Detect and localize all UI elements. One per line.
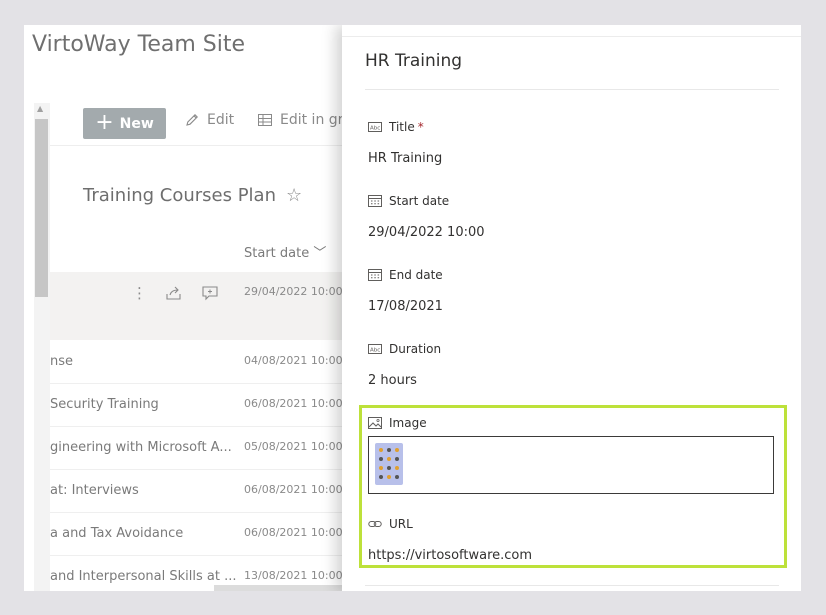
- start-date-field[interactable]: Start date 29/04/2022 10:00: [368, 193, 778, 240]
- field-label: Abc Title *: [368, 119, 778, 135]
- image-field: Image: [368, 415, 778, 431]
- url-value[interactable]: https://virtosoftware.com: [368, 548, 778, 563]
- image-icon: [368, 417, 382, 429]
- image-label: Image: [389, 416, 427, 430]
- new-button[interactable]: + New: [83, 108, 166, 139]
- calendar-icon: [368, 195, 382, 207]
- field-label: Abc Duration: [368, 341, 778, 357]
- text-field-icon: Abc: [368, 344, 382, 354]
- more-options-icon[interactable]: ⋮: [132, 284, 147, 302]
- list-item-date: 06/08/2021 10:00: [244, 526, 343, 539]
- image-field-box[interactable]: [368, 436, 774, 494]
- duration-field[interactable]: Abc Duration 2 hours: [368, 341, 778, 388]
- list-item-date: 06/08/2021 10:00: [244, 483, 343, 496]
- end-date-label: End date: [389, 268, 443, 282]
- duration-value[interactable]: 2 hours: [368, 373, 778, 388]
- image-thumbnail[interactable]: [375, 443, 403, 485]
- list-title-text: Training Courses Plan: [83, 185, 276, 206]
- list-item[interactable]: Security Training 06/08/2021 10:00: [50, 383, 370, 427]
- list-item-title: gineering with Microsoft A...: [50, 440, 232, 455]
- edit-in-grid-label: Edit in gri: [280, 112, 348, 128]
- list-item-title: a and Tax Avoidance: [50, 526, 184, 541]
- vertical-scrollbar[interactable]: ▲: [34, 103, 50, 591]
- grid-icon: [258, 114, 272, 126]
- scroll-up-icon[interactable]: ▲: [37, 104, 43, 113]
- duration-label: Duration: [389, 342, 442, 356]
- panel-title: HR Training: [365, 51, 463, 71]
- edit-in-grid-button[interactable]: Edit in gri: [257, 112, 347, 128]
- list-item[interactable]: a and Tax Avoidance 06/08/2021 10:00: [50, 512, 370, 556]
- scrollbar-thumb[interactable]: [35, 119, 48, 297]
- list-item[interactable]: at: Interviews 06/08/2021 10:00: [50, 469, 370, 513]
- calendar-icon: [368, 269, 382, 281]
- item-details-panel: HR Training Abc Title * HR Training Star…: [342, 25, 801, 591]
- list-item-date: 06/08/2021 10:00: [244, 397, 343, 410]
- command-bar: + New Edit Edit in gri: [50, 99, 370, 146]
- title-label: Title: [389, 120, 415, 134]
- list-item-title: at: Interviews: [50, 483, 139, 498]
- list-item-date: 04/08/2021 10:00: [244, 354, 343, 367]
- edit-button[interactable]: Edit: [184, 112, 234, 128]
- url-field[interactable]: URL https://virtosoftware.com: [368, 516, 778, 563]
- share-icon[interactable]: [165, 285, 183, 301]
- link-icon: [368, 521, 382, 527]
- edit-button-label: Edit: [207, 112, 235, 128]
- list-item[interactable]: nse 04/08/2021 10:00: [50, 340, 370, 384]
- panel-divider: [342, 36, 801, 37]
- list-item-title: and Interpersonal Skills at ...: [50, 569, 237, 584]
- new-button-label: New: [119, 115, 154, 132]
- chevron-down-icon: ﹀: [313, 246, 327, 261]
- column-header-start-date[interactable]: Start date ﹀: [244, 242, 326, 261]
- required-mark: *: [417, 120, 424, 134]
- selected-row-start-date: 29/04/2022 10:00: [244, 285, 343, 298]
- url-label: URL: [389, 517, 413, 531]
- list-item-title: Security Training: [50, 397, 159, 412]
- svg-text:Abc: Abc: [370, 125, 380, 131]
- panel-divider: [365, 585, 779, 586]
- field-label: Start date: [368, 193, 778, 209]
- svg-text:Abc: Abc: [370, 347, 380, 353]
- comment-icon[interactable]: [201, 285, 219, 301]
- app-frame: VirtoWay Team Site ▲ + New Edit Edit in …: [24, 25, 801, 591]
- title-field[interactable]: Abc Title * HR Training: [368, 119, 778, 166]
- text-field-icon: Abc: [368, 122, 382, 132]
- list-item-date: 13/08/2021 10:00: [244, 569, 343, 582]
- row-actions: ⋮: [132, 284, 219, 302]
- field-label: URL: [368, 516, 778, 532]
- horizontal-scrollbar[interactable]: [214, 585, 354, 591]
- field-label: End date: [368, 267, 778, 283]
- end-date-field[interactable]: End date 17/08/2021: [368, 267, 778, 314]
- column-header-label: Start date: [244, 246, 310, 261]
- selected-list-row[interactable]: ⋮ 29/04/2022 10:00: [50, 272, 370, 340]
- start-date-value[interactable]: 29/04/2022 10:00: [368, 225, 778, 240]
- panel-divider: [365, 89, 779, 90]
- star-icon[interactable]: ☆: [286, 185, 302, 206]
- list-title: Training Courses Plan ☆: [83, 185, 302, 206]
- plus-icon: +: [95, 109, 114, 135]
- list-item[interactable]: gineering with Microsoft A... 05/08/2021…: [50, 426, 370, 470]
- title-value[interactable]: HR Training: [368, 151, 778, 166]
- end-date-value[interactable]: 17/08/2021: [368, 299, 778, 314]
- field-label: Image: [368, 415, 778, 431]
- site-title[interactable]: VirtoWay Team Site: [32, 32, 245, 57]
- start-date-label: Start date: [389, 194, 450, 208]
- pencil-icon: [186, 114, 198, 126]
- list-item-title: nse: [50, 354, 74, 369]
- list-item-date: 05/08/2021 10:00: [244, 440, 343, 453]
